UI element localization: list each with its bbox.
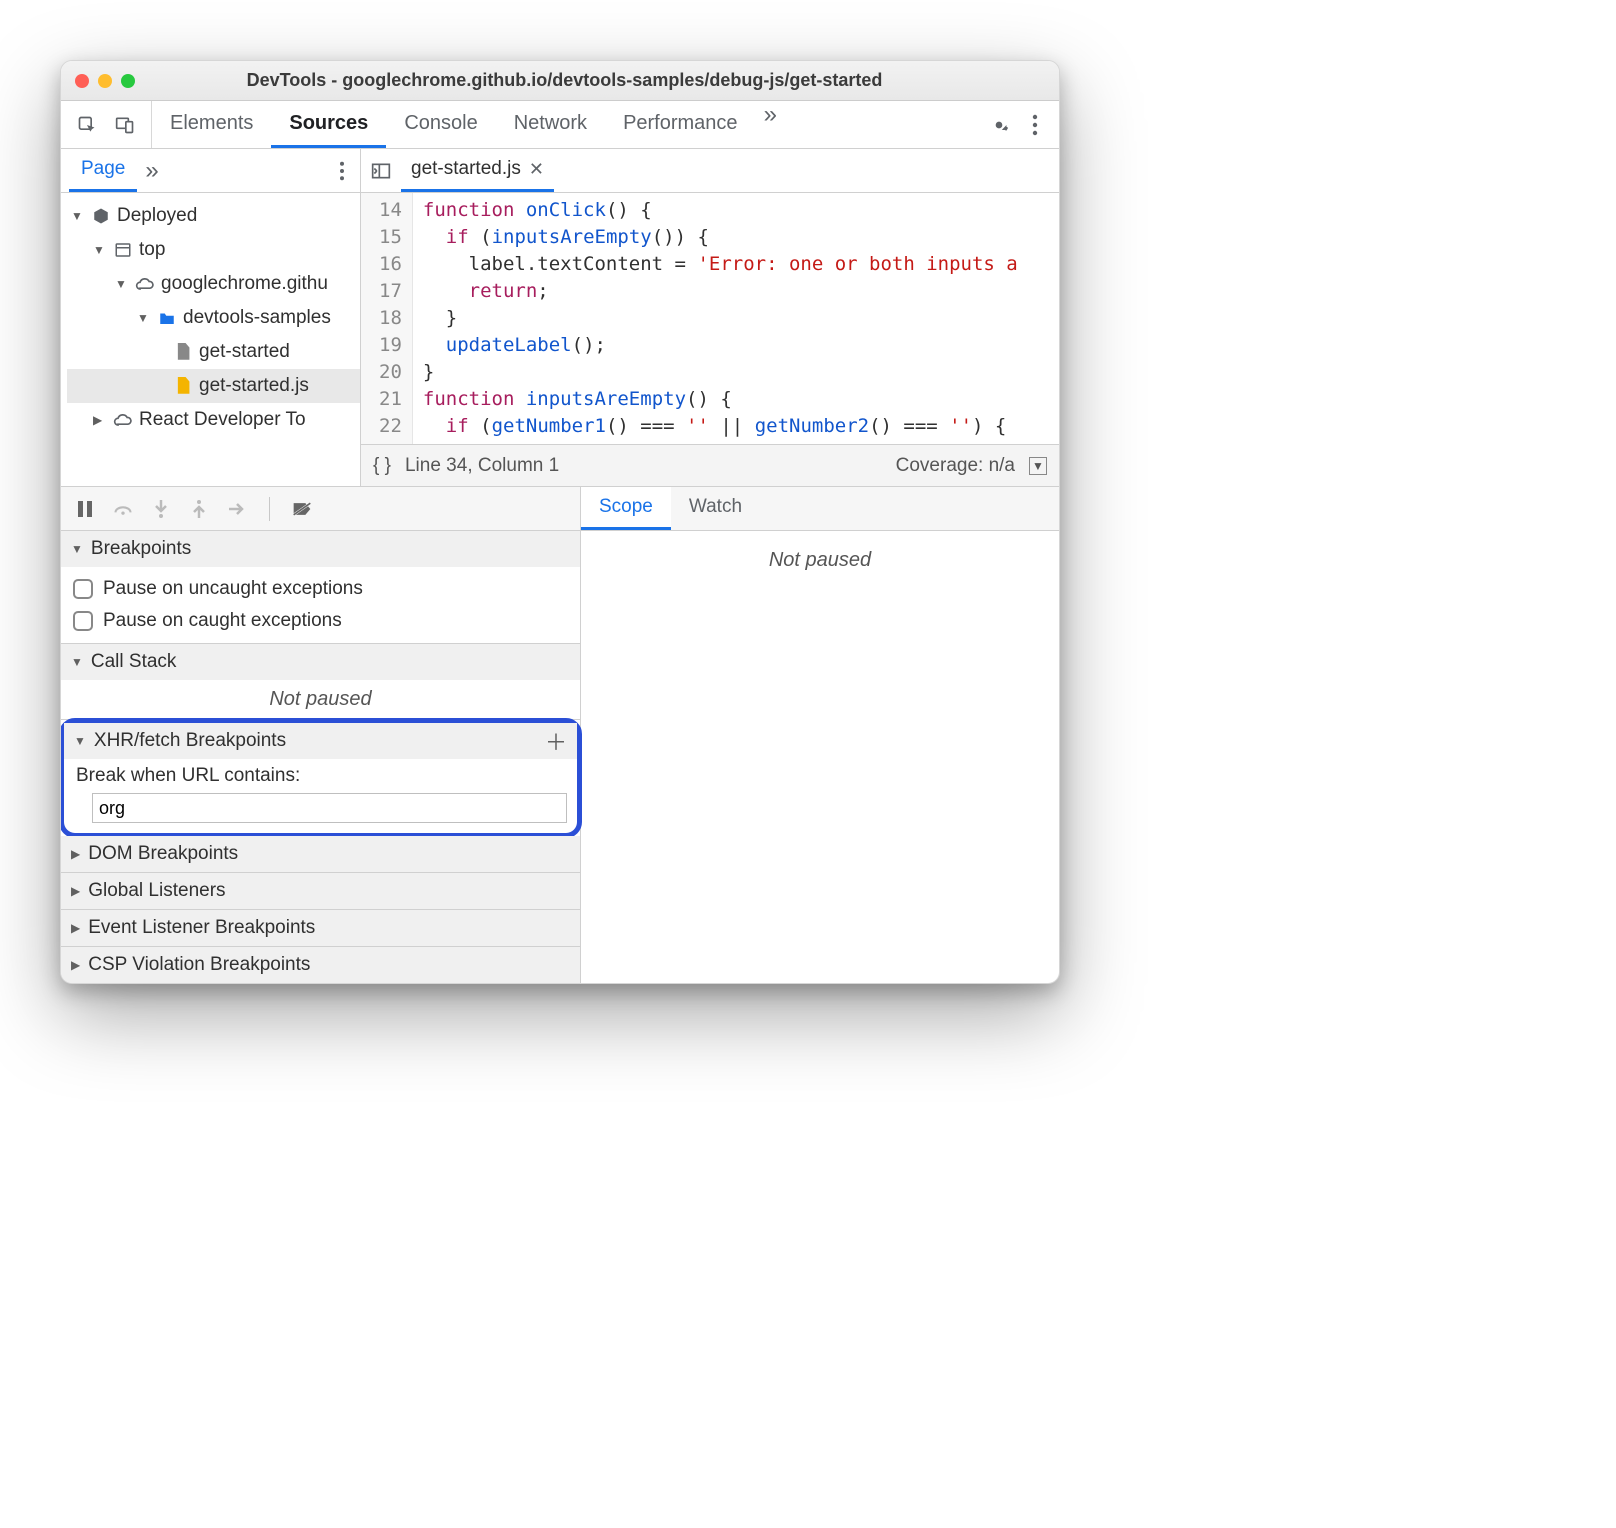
tab-network[interactable]: Network xyxy=(496,101,605,148)
tab-sources[interactable]: Sources xyxy=(271,101,386,148)
callstack-section: ▼Call Stack Not paused xyxy=(61,644,580,720)
tab-elements[interactable]: Elements xyxy=(152,101,271,148)
csp-breakpoints-header[interactable]: ▶CSP Violation Breakpoints xyxy=(61,947,580,983)
file-tab-get-started-js[interactable]: get-started.js✕ xyxy=(401,149,554,192)
line-gutter: 141516171819202122 xyxy=(361,193,413,444)
file-icon xyxy=(173,342,193,362)
window-close-button[interactable] xyxy=(75,74,89,88)
xhr-breakpoints-section: ▼XHR/fetch Breakpoints＋ Break when URL c… xyxy=(64,723,577,833)
tab-console[interactable]: Console xyxy=(386,101,495,148)
xhr-breakpoints-header[interactable]: ▼XHR/fetch Breakpoints＋ xyxy=(64,723,577,759)
kebab-menu-icon[interactable] xyxy=(1025,115,1045,135)
tab-watch[interactable]: Watch xyxy=(671,487,760,530)
callstack-not-paused: Not paused xyxy=(61,680,580,719)
panel-tabs: Elements Sources Console Network Perform… xyxy=(152,101,975,148)
tree-extension[interactable]: ▶React Developer To xyxy=(67,403,360,437)
window-minimize-button[interactable] xyxy=(98,74,112,88)
window-title: DevTools - googlechrome.github.io/devtoo… xyxy=(144,70,1045,91)
debugger-pane: ▼Breakpoints Pause on uncaught exception… xyxy=(61,487,581,983)
pretty-print-icon[interactable]: { } xyxy=(373,455,391,477)
step-out-icon[interactable] xyxy=(189,499,209,519)
coverage-label: Coverage: n/a xyxy=(896,455,1015,477)
editor-statusbar: { } Line 34, Column 1 Coverage: n/a ▼ xyxy=(361,444,1059,486)
xhr-highlight: ▼XHR/fetch Breakpoints＋ Break when URL c… xyxy=(60,718,582,838)
titlebar: DevTools - googlechrome.github.io/devtoo… xyxy=(61,61,1059,101)
scope-pane: Scope Watch Not paused xyxy=(581,487,1059,983)
pause-uncaught-checkbox[interactable]: Pause on uncaught exceptions xyxy=(73,573,568,605)
event-listener-header[interactable]: ▶Event Listener Breakpoints xyxy=(61,910,580,946)
toggle-navigator-icon[interactable] xyxy=(371,161,391,181)
add-xhr-breakpoint-icon[interactable]: ＋ xyxy=(545,725,567,757)
tab-scope[interactable]: Scope xyxy=(581,487,671,530)
breakpoints-section: ▼Breakpoints Pause on uncaught exception… xyxy=(61,531,580,644)
tree-deployed[interactable]: ▼Deployed xyxy=(67,199,360,233)
deactivate-breakpoints-icon[interactable] xyxy=(292,499,312,519)
code-editor[interactable]: 141516171819202122 function onClick() { … xyxy=(361,193,1059,444)
tree-file-js[interactable]: get-started.js xyxy=(67,369,360,403)
code-lines: function onClick() { if (inputsAreEmpty(… xyxy=(413,193,1018,444)
tree-file-html[interactable]: get-started xyxy=(67,335,360,369)
settings-gear-icon[interactable] xyxy=(989,115,1009,135)
editor-pane: get-started.js✕ 141516171819202122 funct… xyxy=(361,149,1059,486)
window-zoom-button[interactable] xyxy=(121,74,135,88)
more-tabs-icon[interactable]: » xyxy=(756,101,785,148)
step-into-icon[interactable] xyxy=(151,499,171,519)
tree-folder[interactable]: ▼devtools-samples xyxy=(67,301,360,335)
global-listeners-header[interactable]: ▶Global Listeners xyxy=(61,873,580,909)
xhr-input-label: Break when URL contains: xyxy=(76,765,565,787)
dom-breakpoints-header[interactable]: ▶DOM Breakpoints xyxy=(61,836,580,872)
inspect-icon[interactable] xyxy=(77,115,97,135)
folder-icon xyxy=(157,308,177,328)
tree-top[interactable]: ▼top xyxy=(67,233,360,267)
pause-icon[interactable] xyxy=(75,499,95,519)
file-tree: ▼Deployed ▼top ▼googlechrome.githu ▼devt… xyxy=(61,193,360,443)
callstack-header[interactable]: ▼Call Stack xyxy=(61,644,580,680)
cloud-icon xyxy=(113,410,133,430)
xhr-url-input[interactable] xyxy=(92,793,567,823)
dom-breakpoints-section: ▶DOM Breakpoints xyxy=(61,836,580,873)
scope-not-paused: Not paused xyxy=(581,531,1059,590)
event-listener-breakpoints-section: ▶Event Listener Breakpoints xyxy=(61,910,580,947)
navigator-more-tabs-icon[interactable]: » xyxy=(137,157,166,185)
debugger-toolbar xyxy=(61,487,580,531)
tab-performance[interactable]: Performance xyxy=(605,101,756,148)
navigator-pane: Page » ▼Deployed ▼top ▼googlechrome.gith… xyxy=(61,149,361,486)
step-over-icon[interactable] xyxy=(113,499,133,519)
main-toolbar: Elements Sources Console Network Perform… xyxy=(61,101,1059,149)
navigator-kebab-icon[interactable] xyxy=(332,161,352,181)
statusbar-menu-icon[interactable]: ▼ xyxy=(1029,457,1047,475)
window-icon xyxy=(113,240,133,260)
global-listeners-section: ▶Global Listeners xyxy=(61,873,580,910)
breakpoints-header[interactable]: ▼Breakpoints xyxy=(61,531,580,567)
device-toggle-icon[interactable] xyxy=(115,115,135,135)
devtools-window: DevTools - googlechrome.github.io/devtoo… xyxy=(60,60,1060,984)
pause-caught-checkbox[interactable]: Pause on caught exceptions xyxy=(73,605,568,637)
js-file-icon xyxy=(173,376,193,396)
cursor-position: Line 34, Column 1 xyxy=(405,455,559,477)
close-icon[interactable]: ✕ xyxy=(529,159,544,180)
cube-icon xyxy=(91,206,111,226)
step-icon[interactable] xyxy=(227,499,247,519)
tree-origin[interactable]: ▼googlechrome.githu xyxy=(67,267,360,301)
cloud-icon xyxy=(135,274,155,294)
navigator-tab-page[interactable]: Page xyxy=(69,149,137,192)
csp-breakpoints-section: ▶CSP Violation Breakpoints xyxy=(61,947,580,983)
